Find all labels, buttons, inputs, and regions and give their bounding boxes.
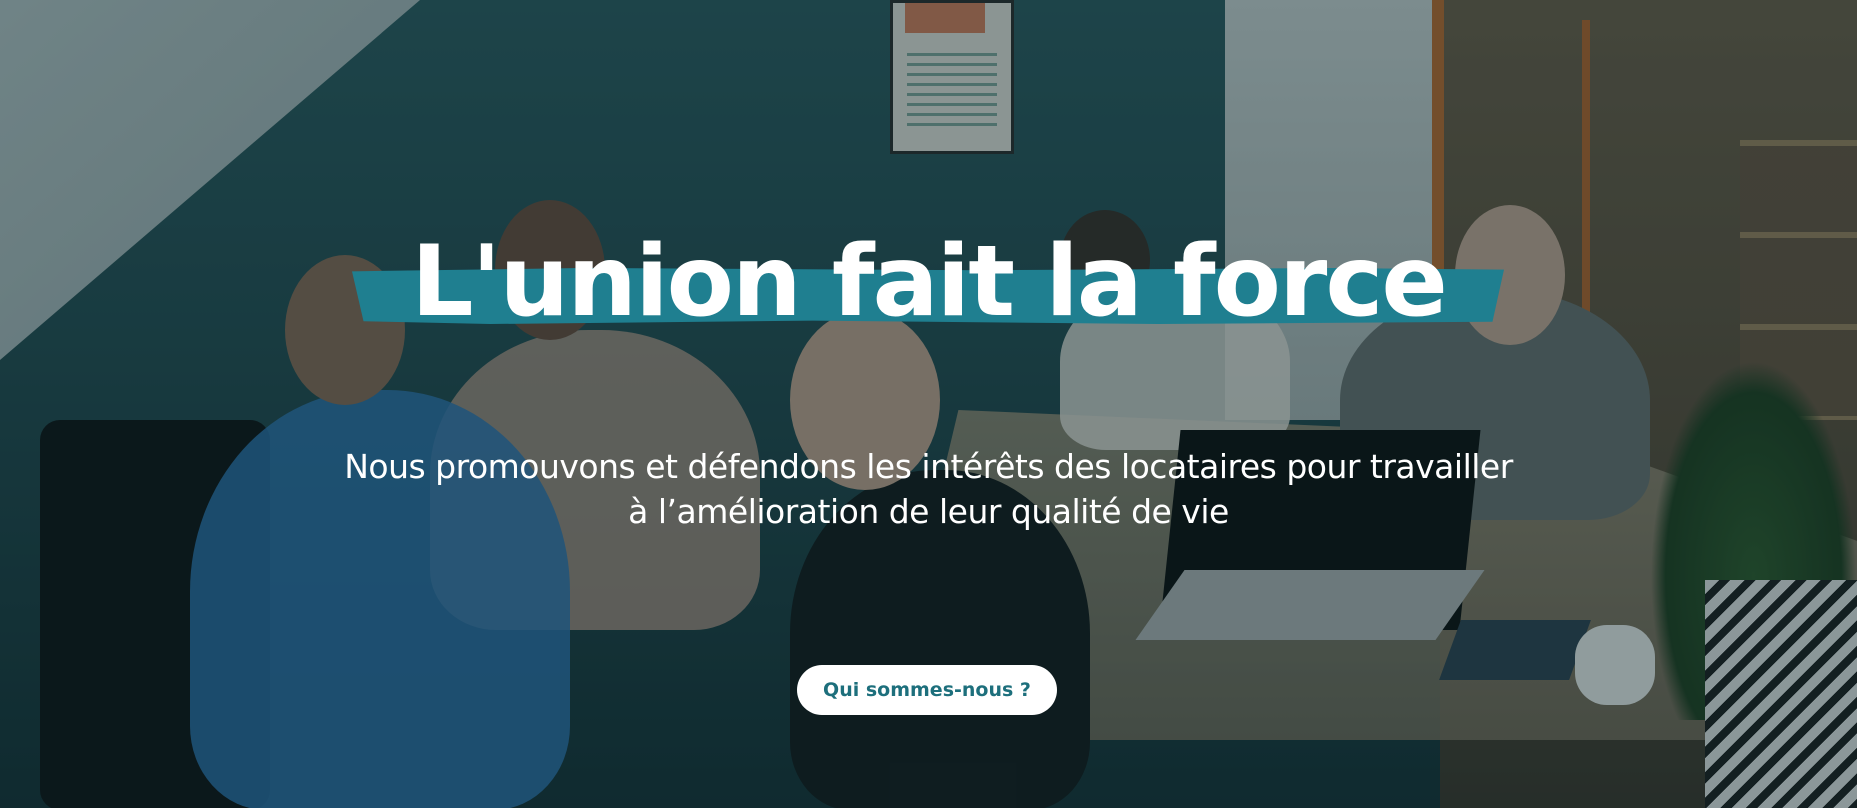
- hero-subtitle: Nous promouvons et défendons les intérêt…: [0, 444, 1857, 534]
- hero-subtitle-line-1: Nous promouvons et défendons les intérêt…: [344, 447, 1513, 486]
- hero-headline: L'union fait la force: [411, 225, 1448, 339]
- hero-section: L'union fait la force Nous promouvons et…: [0, 0, 1857, 808]
- hero-subtitle-line-2: à l’amélioration de leur qualité de vie: [628, 492, 1229, 531]
- about-us-button[interactable]: Qui sommes-nous ?: [797, 665, 1057, 715]
- headline-container: L'union fait la force: [0, 222, 1857, 342]
